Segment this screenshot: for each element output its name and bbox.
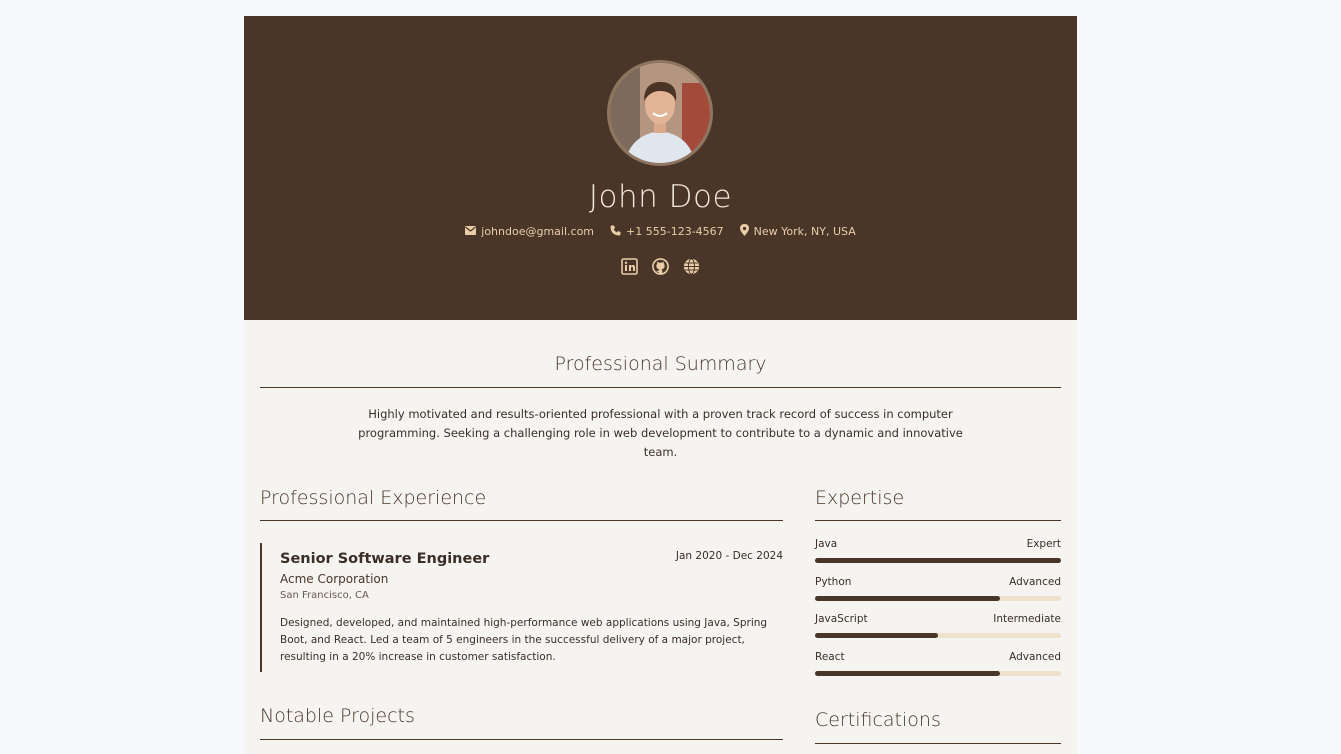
skill-level: Advanced [1009, 575, 1061, 588]
job-title: Senior Software Engineer [280, 551, 490, 567]
skill-item: React Advanced [815, 651, 1061, 689]
phone-text: +1 555-123-4567 [626, 225, 724, 238]
skill-bar-fill [815, 558, 1061, 563]
skill-name: JavaScript [815, 613, 868, 625]
resume-page: John Doe johndoe@gmail.com +1 555-123-45… [244, 16, 1077, 754]
skill-level: Expert [1026, 538, 1061, 550]
skills-list: Java Expert Python Advanced JavaScript I… [815, 538, 1061, 688]
envelope-icon [465, 225, 477, 238]
skill-item: JavaScript Intermediate [815, 613, 1061, 651]
skill-bar-fill [815, 670, 1000, 676]
skill-level: Intermediate [993, 613, 1061, 625]
skill-bar [815, 595, 1061, 601]
experience-divider [260, 520, 783, 521]
email-contact[interactable]: johndoe@gmail.com [465, 224, 594, 239]
summary-text: Highly motivated and results-oriented pr… [358, 407, 963, 459]
map-pin-icon [739, 224, 749, 239]
github-icon[interactable] [652, 258, 669, 275]
contact-info: johndoe@gmail.com +1 555-123-4567 New Yo… [244, 224, 1077, 239]
skill-item: Java Expert [815, 538, 1061, 576]
social-links [244, 258, 1077, 275]
expertise-heading: Expertise [815, 487, 905, 509]
summary-divider [260, 387, 1061, 388]
skill-item: Python Advanced [815, 576, 1061, 614]
projects-heading: Notable Projects [260, 705, 415, 727]
skill-name: Java [815, 538, 838, 550]
job-location: San Francisco, CA [280, 590, 369, 601]
location-contact: New York, NY, USA [739, 224, 856, 239]
skill-name: Python [815, 575, 852, 588]
experience-heading: Professional Experience [260, 487, 487, 509]
skill-name: React [815, 650, 845, 663]
avatar [607, 60, 713, 166]
summary-heading: Professional Summary [554, 353, 767, 375]
certifications-heading: Certifications [815, 709, 941, 731]
globe-icon[interactable] [683, 258, 700, 275]
phone-contact[interactable]: +1 555-123-4567 [610, 224, 724, 239]
skill-bar [815, 633, 1061, 638]
skill-bar [815, 558, 1061, 563]
skill-bar [815, 670, 1061, 676]
phone-icon [610, 225, 621, 239]
expertise-divider [815, 520, 1061, 521]
linkedin-icon[interactable] [621, 258, 638, 275]
resume-header: John Doe johndoe@gmail.com +1 555-123-45… [244, 16, 1077, 320]
job-company: Acme Corporation [280, 572, 389, 586]
email-text: johndoe@gmail.com [481, 225, 595, 238]
skill-level: Advanced [1009, 650, 1061, 663]
job-description: Designed, developed, and maintained high… [280, 617, 768, 663]
skill-bar-fill [815, 633, 938, 638]
job-entry: Senior Software Engineer Jan 2020 - Dec … [260, 543, 783, 672]
location-text: New York, NY, USA [753, 225, 856, 238]
certifications-divider [815, 743, 1061, 744]
projects-divider [260, 739, 783, 740]
skill-bar-fill [815, 595, 1000, 601]
job-dates: Jan 2020 - Dec 2024 [675, 550, 783, 562]
candidate-name: John Doe [588, 179, 733, 215]
